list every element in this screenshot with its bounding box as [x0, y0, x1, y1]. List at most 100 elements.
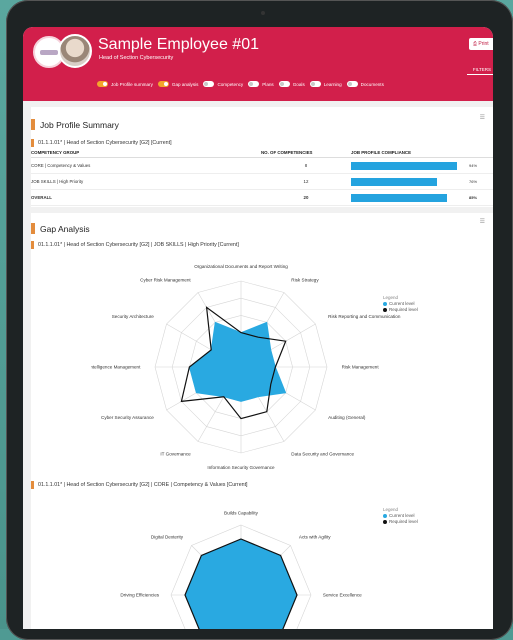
- toggle-switch[interactable]: [309, 81, 321, 87]
- subtitle-text: 01.1.1.01* | Head of Section Cybersecuri…: [38, 242, 239, 248]
- toggle-label: Job Profile summary: [111, 81, 153, 87]
- printer-icon: ⎙: [473, 41, 478, 47]
- employee-name: Sample Employee #01: [98, 36, 259, 53]
- radar2-subtitle: 01.1.1.01* | Head of Section Cybersecuri…: [31, 481, 248, 489]
- toggle-job-profile-summary[interactable]: Job Profile summary: [97, 81, 153, 87]
- subsection-accent: [31, 139, 34, 147]
- toggle-label: Learning: [323, 81, 342, 87]
- radar-axis-label: Data Security and Governance: [291, 452, 354, 457]
- compliance-percent: 85%: [469, 194, 478, 200]
- radar-axis-label: Cyber Security Assurance: [101, 415, 154, 420]
- toggle-plans[interactable]: Plans: [248, 81, 274, 87]
- radar1-legend: Legend Current level Required level: [383, 295, 418, 313]
- gap-analysis-title: Gap Analysis: [31, 223, 90, 234]
- radar-axis-label: Driving Efficiencies: [120, 593, 159, 598]
- toggle-gap-analysis[interactable]: Gap analysis: [157, 81, 199, 87]
- radar-axis-label: Organizational Documents and Report Writ…: [194, 264, 288, 269]
- legend-dot: [383, 519, 387, 524]
- radar-axis-label: Cyber Incident and Intelligence Manageme…: [91, 365, 141, 370]
- filters-underline: [467, 74, 493, 75]
- toggle-goals[interactable]: Goals: [278, 81, 305, 87]
- group-cell: OVERALL: [31, 189, 261, 206]
- subsection-accent: [31, 241, 34, 249]
- job-profile-summary-card: ☰ Job Profile Summary 01.1.1.01* | Head …: [31, 107, 493, 207]
- count-cell: 8: [261, 157, 351, 174]
- toggle-label: Gap analysis: [171, 81, 199, 87]
- job-profile-subtitle: 01.1.1.01* | Head of Section Cybersecuri…: [31, 139, 172, 147]
- table-header: COMPETENCY GROUP NO. OF COMPETENCIES JOB…: [31, 148, 493, 158]
- toggle-switch[interactable]: [248, 81, 260, 87]
- toggle-switch[interactable]: [203, 81, 215, 87]
- core-competency-radar-chart: Builds Capability Acts with Agility Servic…: [120, 511, 362, 629]
- column-header: NO. OF COMPETENCIES: [261, 148, 351, 158]
- toggle-switch[interactable]: [278, 81, 290, 87]
- radar-axis-label: Digital Dexterity: [151, 535, 184, 540]
- toggle-documents[interactable]: Documents: [346, 81, 384, 87]
- radar-axis-label: Acts with Agility: [299, 535, 331, 540]
- profile-header: Sample Employee #01 Head of Section Cybe…: [23, 27, 493, 101]
- subsection-accent: [31, 481, 34, 489]
- count-cell: 12: [261, 173, 351, 190]
- compliance-cell: 94%: [351, 157, 493, 174]
- radar-axis-label: Auditing (General): [328, 415, 366, 420]
- legend-dot: [383, 307, 387, 312]
- section-toggles: Job Profile summary Gap analysis Compete…: [97, 78, 384, 90]
- legend-label: Current level: [389, 513, 415, 518]
- table-row: OVERALL 20 85%: [31, 189, 493, 206]
- legend-required: Required level: [383, 519, 418, 525]
- legend-label: Required level: [389, 519, 418, 524]
- toggle-switch[interactable]: [97, 81, 108, 87]
- radar-axis-label: IT Governance: [160, 452, 191, 457]
- column-header: COMPETENCY GROUP: [31, 148, 261, 158]
- subtitle-text: 01.1.1.01* | Head of Section Cybersecuri…: [38, 140, 172, 146]
- radar-axis-label: Cyber Risk Management: [140, 277, 191, 282]
- toggle-switch[interactable]: [346, 81, 358, 87]
- filters-tab[interactable]: FILTERS: [473, 67, 491, 72]
- compliance-cell: 76%: [351, 173, 493, 190]
- job-skills-radar-chart: Organizational Documents and Report Writ…: [91, 264, 401, 470]
- compliance-bar: [351, 177, 437, 186]
- legend-dot: [383, 513, 387, 518]
- column-header: JOB PROFILE COMPLIANCE: [351, 148, 493, 158]
- legend-label: Current level: [389, 301, 415, 306]
- radar-axis-label: Risk Management: [342, 365, 380, 370]
- radar-axis-label: Security Architecture: [112, 314, 155, 319]
- toggle-competency[interactable]: Competency: [203, 81, 243, 87]
- section-accent: [31, 223, 35, 234]
- toggle-switch[interactable]: [157, 81, 169, 87]
- current-level-area: [184, 538, 298, 629]
- camera: [261, 11, 265, 15]
- compliance-cell: 85%: [351, 189, 493, 206]
- radar-axis-label: Risk Strategy: [291, 277, 319, 282]
- avatar: [58, 34, 92, 68]
- compliance-percent: 94%: [469, 162, 478, 168]
- toggle-label: Competency: [217, 81, 244, 87]
- radar1-subtitle: 01.1.1.01* | Head of Section Cybersecuri…: [31, 241, 239, 249]
- table-row: JOB SKILLS | High Priority 12 76%: [31, 173, 493, 190]
- radar-axis-label: Information Security Governance: [207, 465, 275, 470]
- logo-mark: [40, 50, 58, 55]
- radar-axis-label: Risk Reporting and Communication: [328, 314, 401, 319]
- job-profile-summary-title: Job Profile Summary: [31, 119, 119, 130]
- employee-title: Head of Section Cybersecurity: [99, 55, 174, 61]
- subtitle-text: 01.1.1.01* | Head of Section Cybersecuri…: [38, 482, 248, 488]
- section-title-text: Gap Analysis: [40, 223, 90, 234]
- toggle-label: Documents: [360, 81, 384, 87]
- table-row: CORE | Competency & Values 8 94%: [31, 157, 493, 174]
- legend-required: Required level: [383, 307, 418, 313]
- legend-dot: [383, 301, 387, 306]
- toggle-label: Plans: [262, 81, 274, 87]
- print-button[interactable]: ⎙ Print: [469, 38, 493, 50]
- section-title-text: Job Profile Summary: [40, 119, 119, 130]
- radar-axis-label: Builds Capability: [224, 511, 259, 516]
- compliance-percent: 76%: [469, 178, 478, 184]
- export-icon[interactable]: ☰: [480, 218, 485, 225]
- section-accent: [31, 119, 35, 130]
- group-cell: CORE | Competency & Values: [31, 157, 261, 174]
- radar2-legend: Legend Current level Required level: [383, 507, 418, 525]
- export-icon[interactable]: ☰: [480, 114, 485, 121]
- compliance-bar: [351, 161, 458, 170]
- app-screen: Sample Employee #01 Head of Section Cybe…: [23, 27, 493, 629]
- toggle-label: Goals: [292, 81, 305, 87]
- toggle-learning[interactable]: Learning: [309, 81, 342, 87]
